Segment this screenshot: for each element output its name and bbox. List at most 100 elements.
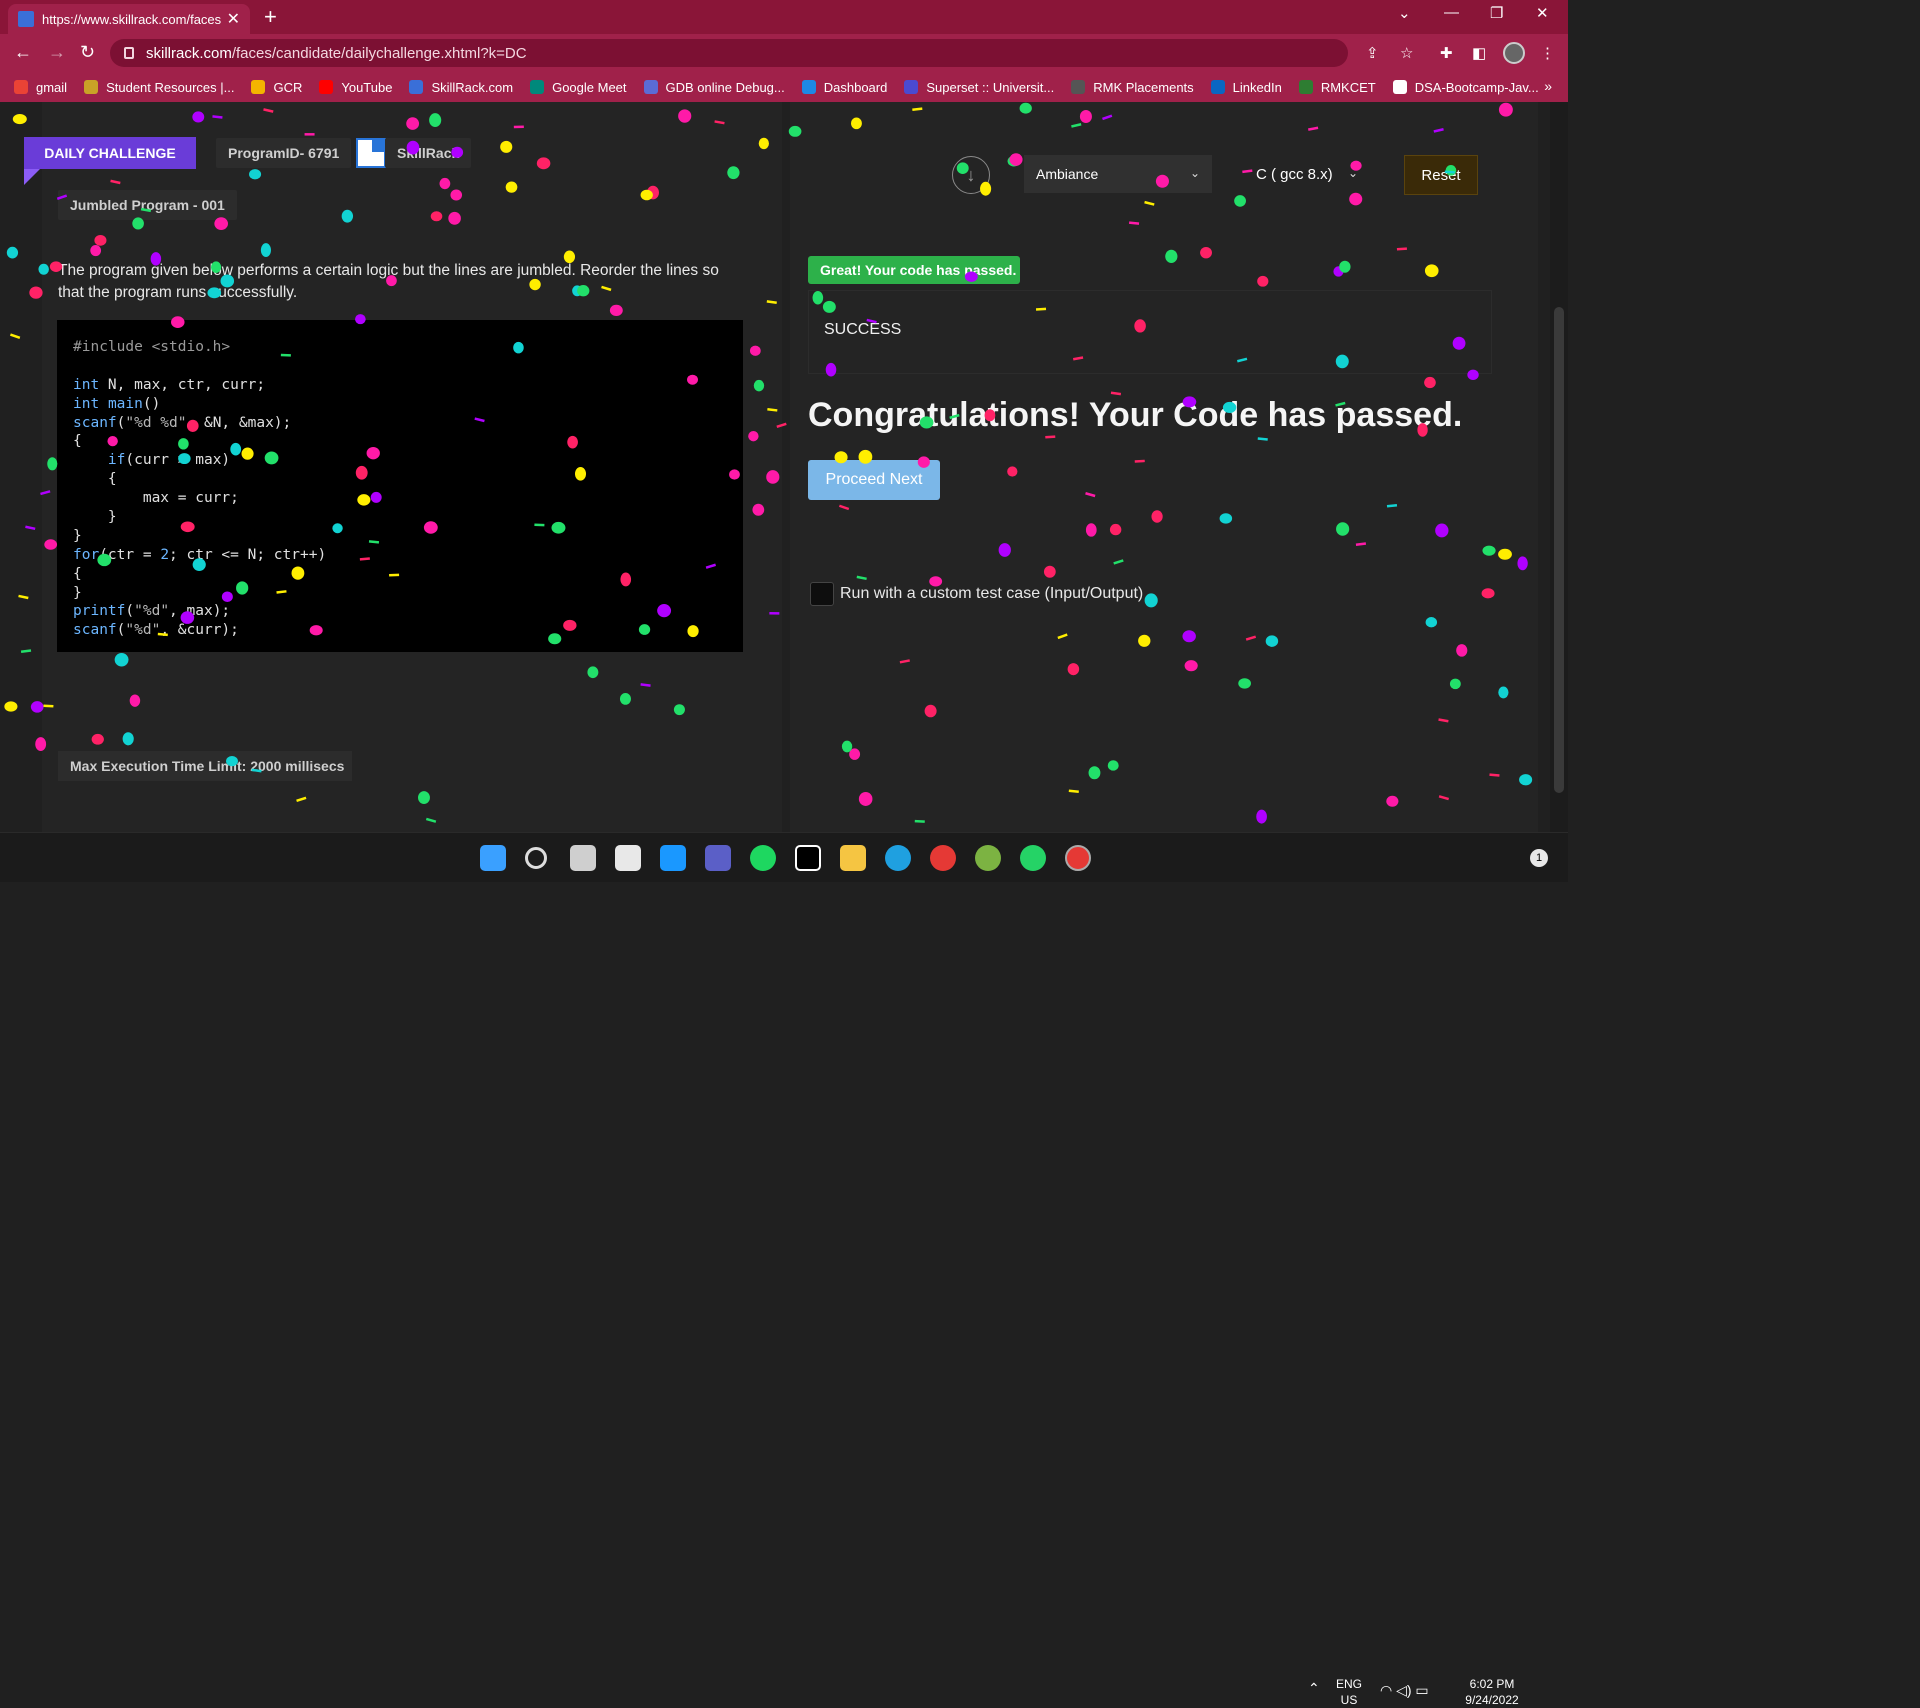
bookmark-item[interactable]: GCR xyxy=(251,80,302,95)
new-tab-button[interactable]: + xyxy=(264,4,277,30)
chrome-profile-icon[interactable] xyxy=(1065,845,1091,871)
result-box xyxy=(808,290,1492,374)
bookmarks-bar: gmail Student Resources |... GCR YouTube Ski… xyxy=(0,72,1568,102)
bookmark-item[interactable]: Dashboard xyxy=(801,79,888,95)
scrollbar-thumb[interactable] xyxy=(1554,307,1564,793)
notification-badge[interactable]: 1 xyxy=(1530,849,1548,867)
store-icon[interactable] xyxy=(615,845,641,871)
back-button[interactable]: ← xyxy=(14,42,32,63)
share-icon[interactable]: ⇪ xyxy=(1366,44,1379,62)
close-window-button[interactable]: ✕ xyxy=(1536,4,1549,22)
bookmark-favicon-icon xyxy=(643,80,658,94)
bookmark-item[interactable]: LinkedIn xyxy=(1210,79,1282,95)
more-bookmarks-icon[interactable]: » xyxy=(1544,78,1552,94)
bookmark-item[interactable]: Superset :: Universit... xyxy=(904,80,1054,95)
wifi-volume-battery-icons[interactable]: ◠ ◁) ▭ xyxy=(1380,1682,1429,1698)
chrome-icon[interactable] xyxy=(930,845,956,871)
code-line: { xyxy=(73,565,82,582)
restore-button[interactable]: ❐ xyxy=(1490,4,1503,22)
language-select[interactable]: C ( gcc 8.x) ⌄ xyxy=(1244,155,1370,193)
status-text: SUCCESS xyxy=(824,321,902,338)
url-path: /faces/candidate/dailychallenge.xhtml?k=… xyxy=(231,44,527,62)
bookmark-item[interactable]: YouTube xyxy=(319,80,392,95)
bookmark-label: Dashboard xyxy=(823,79,888,95)
bookmark-item[interactable]: Google Meet xyxy=(530,79,627,95)
bookmark-favicon-icon xyxy=(904,80,919,94)
bookmark-item[interactable]: SkillRack.com xyxy=(409,80,513,95)
bookmark-favicon-icon xyxy=(801,80,816,94)
bookmark-label: Google Meet xyxy=(552,79,627,95)
tab-title: https://www.skillrack.com/faces/c xyxy=(42,11,221,27)
bookmark-favicon-icon xyxy=(319,80,334,94)
minimize-button[interactable]: — xyxy=(1444,4,1459,21)
confetti-piece xyxy=(25,525,36,531)
start-menu-icon[interactable] xyxy=(480,845,506,871)
bookmark-favicon-icon xyxy=(1071,80,1086,94)
bookmark-label: gmail xyxy=(36,79,68,95)
task-view-icon[interactable] xyxy=(570,845,596,871)
bookmark-item[interactable]: DSA-Bootcamp-Jav... xyxy=(1392,79,1539,95)
close-tab-icon[interactable]: ✕ xyxy=(227,9,240,29)
theme-select-value: Ambiance xyxy=(1036,166,1099,182)
confetti-piece xyxy=(4,701,18,712)
code-line: } xyxy=(73,527,82,544)
spotify-icon[interactable] xyxy=(750,845,776,871)
max-time-limit: Max Execution Time Limit: 2000 millisecs xyxy=(58,751,352,781)
proceed-next-button[interactable]: Proceed Next xyxy=(808,460,940,500)
custom-test-option[interactable]: Run with a custom test case (Input/Outpu… xyxy=(810,582,1143,606)
utorrent-icon[interactable] xyxy=(975,845,1001,871)
program-title-chip: Jumbled Program - 001 xyxy=(58,190,237,220)
bookmark-label: Superset :: Universit... xyxy=(926,79,1055,95)
profile-avatar[interactable] xyxy=(1503,42,1525,64)
address-bar[interactable]: skillrack.com /faces/candidate/dailychal… xyxy=(110,39,1348,67)
ribbon-corner xyxy=(24,169,40,185)
custom-test-checkbox[interactable] xyxy=(810,582,834,606)
bookmark-item[interactable]: RMK Placements xyxy=(1071,80,1194,95)
lock-icon xyxy=(124,47,134,59)
code-line: } xyxy=(73,509,117,526)
code-line: { xyxy=(73,471,117,488)
intellij-icon[interactable] xyxy=(795,845,821,871)
whatsapp-icon[interactable] xyxy=(1020,845,1046,871)
bookmark-item[interactable]: Student Resources |... xyxy=(84,80,234,95)
custom-test-label: Run with a custom test case (Input/Outpu… xyxy=(840,585,1144,602)
teams-icon[interactable] xyxy=(705,845,731,871)
code-block[interactable]: #include <stdio.h> int N, max, ctr, curr;… xyxy=(57,320,743,652)
confetti-piece xyxy=(29,286,43,299)
bookmark-star-icon[interactable]: ☆ xyxy=(1400,44,1413,62)
bookmark-favicon-icon xyxy=(84,80,99,94)
page-scrollbar[interactable] xyxy=(1550,102,1568,832)
prime-video-icon[interactable] xyxy=(660,845,686,871)
bookmark-label: YouTube xyxy=(341,79,393,95)
menu-kebab-icon[interactable]: ⋮ xyxy=(1540,44,1555,62)
tab-search-icon[interactable]: ⌄ xyxy=(1398,4,1411,22)
code-line: for(ctr = 2; ctr <= N; ctr++) xyxy=(73,546,327,563)
search-icon[interactable] xyxy=(525,847,547,869)
language-indicator[interactable]: ENG US xyxy=(1336,1676,1362,1708)
clock[interactable]: 6:02 PM 9/24/2022 xyxy=(1456,1676,1528,1708)
code-line: } xyxy=(73,584,82,601)
file-explorer-icon[interactable] xyxy=(840,845,866,871)
bookmark-label: RMKCET xyxy=(1320,79,1376,95)
browser-tab[interactable]: https://www.skillrack.com/faces/c ✕ xyxy=(8,4,250,34)
passed-badge: Great! Your code has passed. xyxy=(808,256,1020,284)
confetti-piece xyxy=(18,594,29,600)
download-arrow-icon[interactable]: ↓ xyxy=(952,156,990,194)
lang-top: ENG xyxy=(1336,1677,1363,1691)
code-line: scanf("%d", &curr); xyxy=(73,622,239,639)
bookmark-label: LinkedIn xyxy=(1232,79,1282,95)
tray-chevron-icon[interactable]: ⌃ xyxy=(1308,1680,1320,1696)
reset-button[interactable]: Reset xyxy=(1404,155,1478,195)
edge-icon[interactable] xyxy=(885,845,911,871)
bookmark-item[interactable]: gmail xyxy=(14,80,67,95)
forward-button[interactable]: → xyxy=(48,42,66,63)
bookmark-item[interactable]: GDB online Debug... xyxy=(643,80,785,95)
theme-select[interactable]: Ambiance ⌄ xyxy=(1024,155,1212,193)
bookmark-label: DSA-Bootcamp-Jav... xyxy=(1414,79,1539,95)
bookmark-favicon-icon xyxy=(1298,80,1313,94)
confetti-piece xyxy=(9,333,21,339)
side-panel-icon[interactable]: ◧ xyxy=(1472,44,1486,62)
extensions-icon[interactable]: ✚ xyxy=(1440,44,1453,62)
bookmark-item[interactable]: RMKCET xyxy=(1298,79,1376,95)
reload-button[interactable]: ↻ xyxy=(80,42,95,63)
